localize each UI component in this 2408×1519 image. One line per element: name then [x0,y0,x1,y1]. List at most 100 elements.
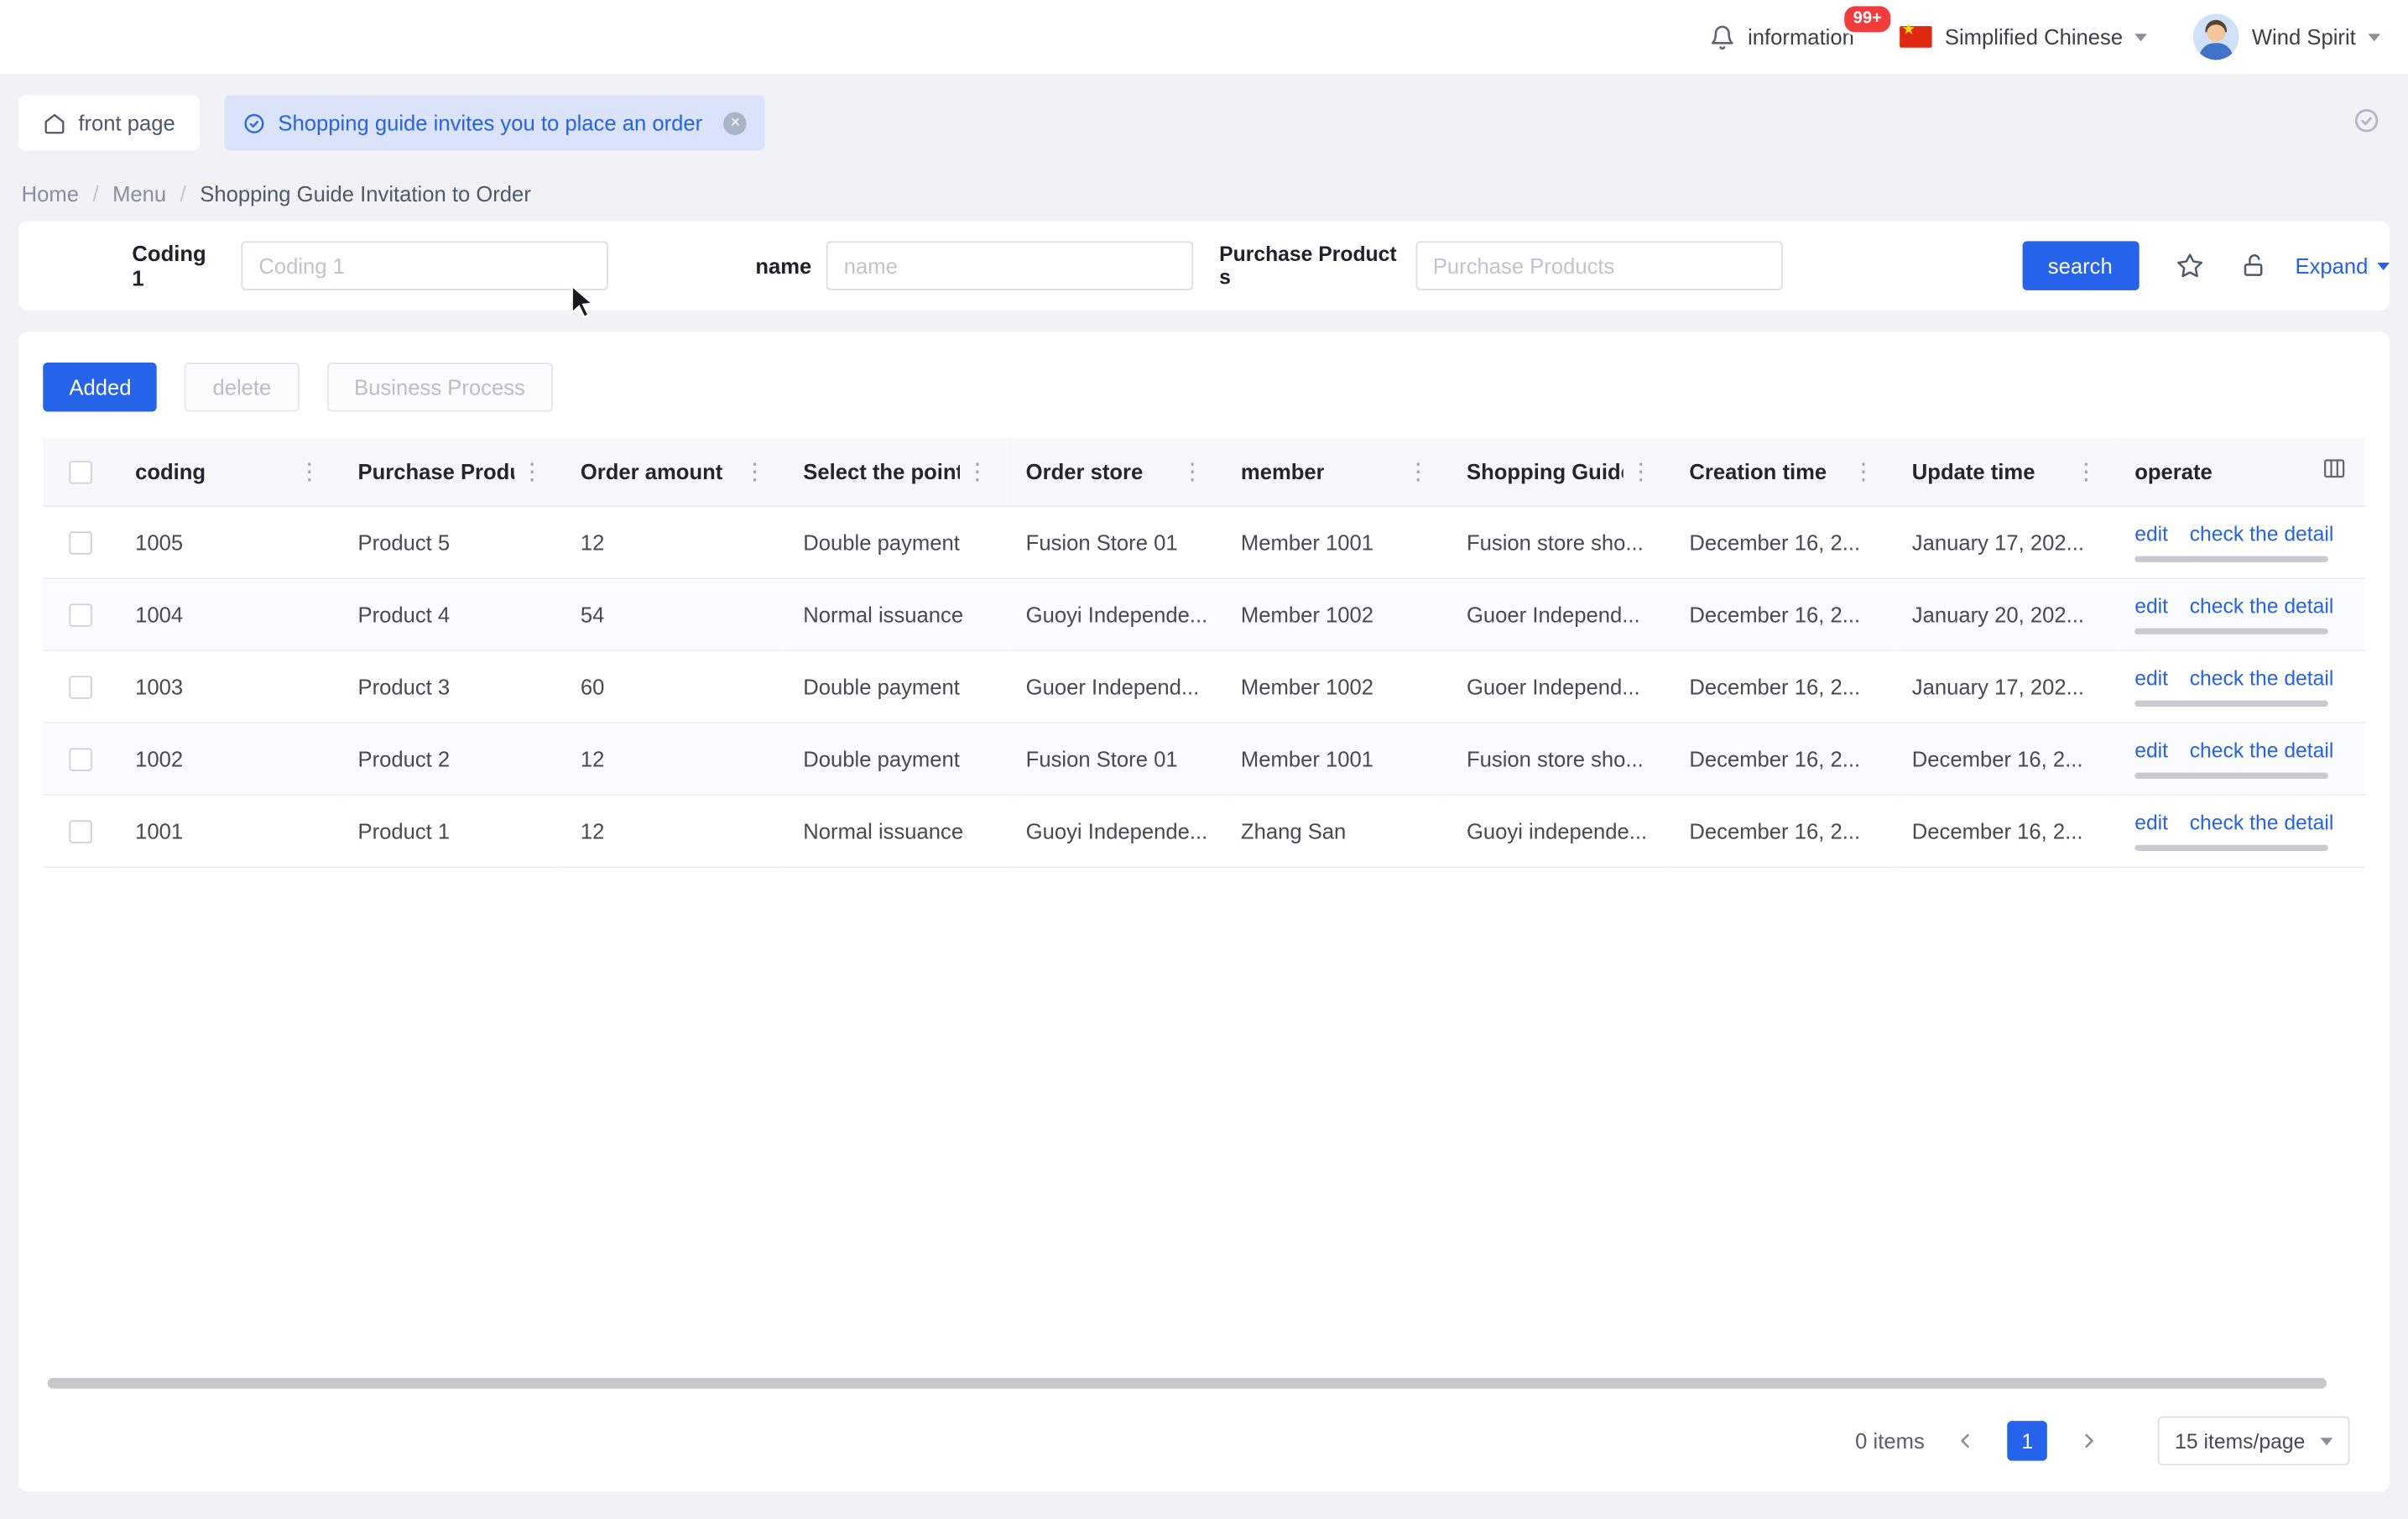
check-detail-link[interactable]: check the detail [2190,521,2334,544]
select-all-checkbox[interactable] [68,461,91,483]
next-page-button[interactable] [2066,1417,2112,1464]
tab-shopping-guide-order[interactable]: Shopping guide invites you to place an o… [224,95,765,150]
edit-link[interactable]: edit [2134,738,2168,760]
added-button[interactable]: Added [43,363,157,412]
breadcrumb-home[interactable]: Home [22,181,79,206]
column-menu-icon[interactable]: ⋮ [743,457,766,485]
cell-update-time: January 17, 202... [1894,650,2116,722]
table-row: 1004 Product 4 54 Normal issuance Guoyi … [43,577,2364,650]
avatar [2193,13,2239,60]
row-checkbox[interactable] [68,676,91,698]
row-checkbox[interactable] [68,820,91,843]
column-menu-icon[interactable]: ⋮ [1629,457,1652,485]
cell-member: Member 1002 [1222,650,1448,722]
check-detail-link[interactable]: check the detail [2190,738,2334,760]
cell-select-point: Normal issuance [784,794,1007,866]
prev-page-button[interactable] [1943,1417,1989,1464]
favorite-star-icon[interactable] [2176,252,2203,279]
col-order-store: Order store [1026,459,1144,483]
cell-purchase-product: Product 3 [340,650,562,722]
column-menu-icon[interactable]: ⋮ [298,457,321,485]
cell-coding: 1001 [117,794,339,866]
cell-creation-time: December 16, 2... [1670,722,1893,794]
column-menu-icon[interactable]: ⋮ [966,457,988,485]
table-body: 1005 Product 5 12 Double payment Fusion … [43,505,2364,866]
operate-scrollbar[interactable] [2134,772,2328,778]
col-coding: coding [135,459,206,483]
language-switcher[interactable]: ★ Simplified Chinese [1900,24,2148,49]
coding-input[interactable] [242,241,607,290]
cell-order-amount: 54 [562,577,784,650]
notification-menu[interactable]: information 99+ [1709,23,1854,50]
cell-member: Zhang San [1222,794,1448,866]
col-creation-time: Creation time [1689,459,1827,483]
column-menu-icon[interactable]: ⋮ [1407,457,1430,485]
operate-scrollbar[interactable] [2134,844,2328,850]
coding-label: Coding 1 [132,241,223,290]
edit-link[interactable]: edit [2134,811,2168,833]
name-label: name [755,253,811,278]
edit-link[interactable]: edit [2134,593,2168,616]
chevron-down-icon [2377,262,2390,269]
chevron-down-icon [2321,1437,2333,1444]
username-label: Wind Spirit [2252,24,2356,49]
cell-order-store: Guoer Independ... [1008,650,1222,722]
check-detail-link[interactable]: check the detail [2190,811,2334,833]
close-icon[interactable]: × [724,112,747,134]
purchase-products-input[interactable] [1416,241,1782,290]
page-1-button[interactable]: 1 [2008,1421,2048,1461]
cell-creation-time: December 16, 2... [1670,577,1893,650]
col-purchase-products: Purchase Produ... [357,459,514,483]
page-size-select[interactable]: 15 items/page [2158,1417,2349,1466]
table-row: 1005 Product 5 12 Double payment Fusion … [43,505,2364,577]
breadcrumb-menu[interactable]: Menu [112,181,166,206]
operate-scrollbar[interactable] [2134,628,2328,634]
check-detail-link[interactable]: check the detail [2190,593,2334,616]
column-settings-icon[interactable] [2322,457,2346,486]
cell-coding: 1002 [117,722,339,794]
edit-link[interactable]: edit [2134,521,2168,544]
row-checkbox[interactable] [68,531,91,554]
col-member: member [1241,459,1325,483]
row-checkbox[interactable] [68,603,91,626]
notification-badge: 99+ [1841,3,1894,35]
cell-shopping-guide: Fusion store sho... [1448,505,1670,577]
column-menu-icon[interactable]: ⋮ [520,457,543,485]
unlock-icon[interactable] [2240,252,2268,279]
table-toolbar: Added delete Business Process [43,363,2364,412]
column-menu-icon[interactable]: ⋮ [1181,457,1204,485]
search-button[interactable]: search [2022,241,2139,290]
table-row: 1002 Product 2 12 Double payment Fusion … [43,722,2364,794]
purchase-products-label: Purchase Products [1219,243,1399,289]
cell-member: Member 1002 [1222,577,1448,650]
row-checkbox[interactable] [68,748,91,770]
cell-operate: edit check the detail [2116,577,2365,650]
information-label: information 99+ [1748,24,1854,49]
cell-select-point: Double payment [784,505,1007,577]
language-label: Simplified Chinese [1945,24,2123,49]
content-card: Added delete Business Process coding ⋮ Pu… [18,331,2390,1491]
cell-coding: 1003 [117,650,339,722]
cell-select-point: Double payment [784,722,1007,794]
name-input[interactable] [827,241,1193,290]
expand-toggle[interactable]: Expand [2296,253,2390,278]
horizontal-scrollbar[interactable] [48,1378,2327,1389]
tab-front-page[interactable]: front page [18,95,200,150]
operate-scrollbar[interactable] [2134,700,2328,706]
edit-link[interactable]: edit [2134,666,2168,688]
cell-operate: edit check the detail [2116,722,2365,794]
cell-shopping-guide: Guoer Independ... [1448,650,1670,722]
cell-purchase-product: Product 4 [340,577,562,650]
user-menu[interactable]: Wind Spirit [2193,13,2380,60]
delete-button[interactable]: delete [185,363,300,412]
column-menu-icon[interactable]: ⋮ [2075,457,2098,485]
column-menu-icon[interactable]: ⋮ [1852,457,1874,485]
tab-actions-icon[interactable] [2353,107,2380,138]
tab-label: Shopping guide invites you to place an o… [278,111,702,135]
business-process-button[interactable]: Business Process [326,363,553,412]
orders-table: coding⋮ Purchase Produ...⋮ Order amount⋮… [43,438,2364,868]
app-window: information 99+ ★ Simplified Chinese Win… [0,0,2408,1519]
cell-purchase-product: Product 1 [340,794,562,866]
check-detail-link[interactable]: check the detail [2190,666,2334,688]
operate-scrollbar[interactable] [2134,556,2328,561]
